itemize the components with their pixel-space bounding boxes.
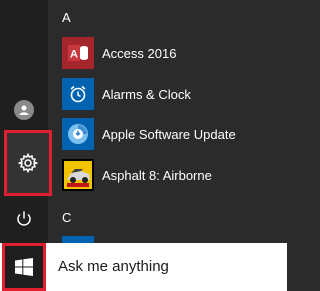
- app-label: Alarms & Clock: [102, 86, 191, 102]
- apple-update-icon: [62, 118, 94, 150]
- app-label: Apple Software Update: [102, 126, 236, 142]
- access-icon: A: [62, 37, 94, 69]
- app-item-access-2016[interactable]: A Access 2016: [62, 35, 282, 71]
- app-list: A A Access 2016 Alarms & Clock Apple Sof…: [48, 0, 287, 243]
- power-button[interactable]: [0, 197, 48, 241]
- start-menu: A A Access 2016 Alarms & Clock Apple Sof…: [0, 0, 287, 243]
- section-letter-a[interactable]: A: [62, 10, 71, 25]
- alarm-clock-icon: [62, 78, 94, 110]
- svg-text:A: A: [70, 49, 78, 61]
- app-tile-partial: [62, 236, 94, 243]
- cortana-search-box[interactable]: Ask me anything: [58, 258, 169, 275]
- power-icon: [17, 211, 31, 226]
- taskbar: Ask me anything: [0, 243, 287, 291]
- gear-icon: [18, 153, 38, 173]
- user-account-button[interactable]: [0, 88, 48, 132]
- start-left-rail: [0, 0, 52, 243]
- app-item-asphalt-8[interactable]: Asphalt 8: Airborne: [62, 157, 282, 193]
- asphalt-icon: [62, 159, 94, 191]
- start-button[interactable]: [2, 243, 46, 291]
- user-icon: [14, 100, 34, 120]
- app-label: Access 2016: [102, 45, 177, 61]
- section-letter-c[interactable]: C: [62, 210, 71, 225]
- app-item-apple-software-update[interactable]: Apple Software Update: [62, 116, 282, 152]
- windows-logo-icon: [15, 258, 33, 276]
- app-item-alarms-clock[interactable]: Alarms & Clock: [62, 76, 282, 112]
- settings-button[interactable]: [4, 130, 52, 196]
- app-label: Asphalt 8: Airborne: [102, 167, 212, 183]
